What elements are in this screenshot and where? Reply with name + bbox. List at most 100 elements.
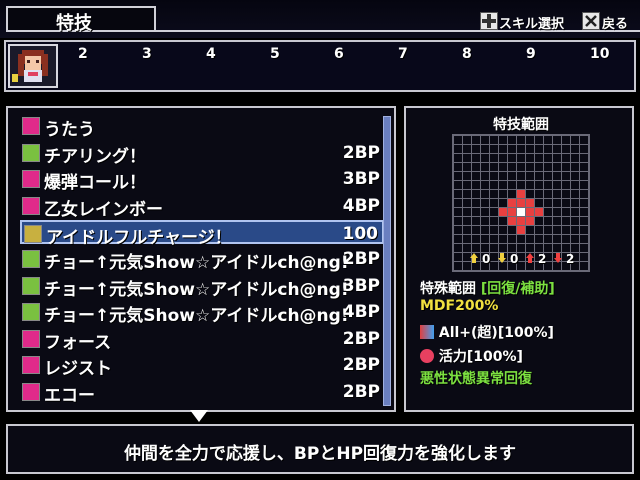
skill-name: 爆弾コール！: [44, 173, 146, 194]
skill-type-icon: [22, 117, 40, 135]
party-slot-9[interactable]: 9: [526, 46, 536, 62]
vitality-text: 活力[100%]: [438, 349, 523, 365]
skill-type-icon: [22, 383, 40, 401]
vitality-line: 活力[100%]: [420, 346, 523, 366]
skill-row[interactable]: エコー 2BP: [20, 380, 384, 406]
range-center-cell: [517, 208, 525, 216]
title-divider: [156, 30, 640, 32]
character-portrait[interactable]: [8, 44, 58, 88]
skill-name: 乙女レインボー: [44, 199, 163, 220]
skill-row[interactable]: うたう: [20, 114, 384, 140]
skill-type-icon: [22, 356, 40, 375]
skill-row[interactable]: チアリング！ 2BP: [20, 141, 384, 167]
skill-row-selected[interactable]: アイドルフルチャージ！ 100: [20, 220, 384, 248]
range-cell: [517, 217, 525, 225]
skill-type-icon: [22, 196, 40, 215]
party-bar: 2 3 4 5 6 7 8 9 10: [4, 40, 636, 92]
skill-cost: 2BP: [342, 142, 380, 163]
range-up-red-icon: [524, 252, 536, 267]
party-slot-6[interactable]: 6: [334, 46, 344, 62]
special-range-line: 特殊範囲 [回復/補助]: [420, 278, 555, 298]
range-title: 特技範囲: [493, 117, 549, 133]
skill-list-panel: うたうチアリング！ 2BP 爆弾コール！ 3BP 乙女レインボー 4BP アイドルフルチャー…: [6, 106, 396, 412]
skill-type-icon: [22, 303, 40, 322]
range-up-red-count: 2: [538, 252, 547, 266]
description-box: 仲間を全力で応援し、BPとHP回復力を強化します: [6, 424, 634, 474]
buff-icon: [420, 325, 434, 339]
skill-name: チアリング！: [44, 146, 146, 167]
skill-name: エコー: [44, 386, 95, 406]
range-cell: [517, 226, 525, 234]
all-line: All+(超)[100%]: [420, 322, 554, 342]
skill-info-panel: 特技範囲 0 0 2 2 特殊範囲 [回復/補助] MDF200% All+(超…: [404, 106, 634, 412]
skill-cost: 2BP: [342, 249, 380, 269]
skill-cost: 2BP: [342, 355, 380, 376]
range-up-yellow-count: 0: [482, 252, 491, 266]
range-cell: [508, 208, 516, 216]
party-slot-3[interactable]: 3: [142, 46, 152, 62]
special-range-label: 特殊範囲: [420, 281, 476, 297]
skill-type-icon: [24, 225, 42, 244]
party-slot-5[interactable]: 5: [270, 46, 280, 62]
range-cell: [526, 208, 534, 216]
cancel-button-icon: [582, 12, 600, 30]
range-cell: [535, 208, 543, 216]
skill-type-icon: [22, 143, 40, 162]
skill-name: フォース: [44, 332, 112, 353]
range-down-red-count: 2: [566, 252, 575, 266]
page-title: 特技: [56, 13, 92, 34]
dpad-icon: [480, 12, 498, 30]
range-down-yellow-count: 0: [510, 252, 519, 266]
skill-name: アイドルフルチャージ！: [46, 228, 232, 249]
skill-cost: 4BP: [342, 195, 380, 216]
skill-name: チョー↑元気Show☆アイドルch@ng!: [44, 279, 349, 300]
range-cell: [508, 199, 516, 207]
party-slot-10[interactable]: 10: [590, 46, 609, 62]
skill-cost: 100: [342, 224, 379, 245]
party-slot-7[interactable]: 7: [398, 46, 408, 62]
party-slot-4[interactable]: 4: [206, 46, 216, 62]
skill-row[interactable]: チョー↑元気Show☆アイドルch@ng! 2BP: [20, 247, 384, 273]
skill-row[interactable]: チョー↑元気Show☆アイドルch@ng! 4BP: [20, 300, 384, 327]
skill-row[interactable]: 爆弾コール！ 3BP: [20, 167, 384, 194]
list-scrollbar[interactable]: [383, 116, 391, 406]
hint-skill-select: スキル選択: [499, 17, 565, 32]
skill-type-icon: [22, 329, 40, 348]
skill-row[interactable]: 乙女レインボー 4BP: [20, 194, 384, 220]
range-cell: [499, 208, 507, 216]
more-down-arrow-icon: [190, 410, 208, 422]
range-up-yellow-icon: [468, 252, 480, 267]
skill-type-icon: [22, 276, 40, 295]
skill-type-icon: [22, 170, 40, 189]
range-cell: [526, 217, 534, 225]
range-down-yellow-icon: [496, 252, 508, 267]
skill-row[interactable]: レジスト 2BP: [20, 353, 384, 380]
skill-row[interactable]: フォース 2BP: [20, 327, 384, 353]
skill-description: 仲間を全力で応援し、BPとHP回復力を強化します: [123, 444, 517, 464]
skill-name: うたう: [44, 120, 95, 140]
skill-type-icon: [22, 250, 40, 268]
range-down-red-icon: [552, 252, 564, 267]
skill-cost: 3BP: [342, 275, 380, 296]
all-line-text: All+(超)[100%]: [438, 325, 554, 341]
skill-cost: 3BP: [342, 169, 380, 190]
party-slot-2[interactable]: 2: [78, 46, 88, 62]
party-slot-8[interactable]: 8: [462, 46, 472, 62]
special-range-value: [回復/補助]: [480, 281, 555, 297]
range-cell: [517, 190, 525, 198]
skill-name: チョー↑元気Show☆アイドルch@ng!: [44, 253, 349, 273]
cure-line: 悪性状態異常回復: [420, 371, 532, 387]
skill-name: チョー↑元気Show☆アイドルch@ng!: [44, 306, 349, 327]
range-cell: [517, 199, 525, 207]
skill-row[interactable]: チョー↑元気Show☆アイドルch@ng! 3BP: [20, 274, 384, 300]
range-cell: [508, 217, 516, 225]
hint-back[interactable]: 戻る: [602, 13, 628, 32]
range-cell: [526, 199, 534, 207]
skill-cost: 2BP: [342, 382, 380, 402]
skill-cost: 4BP: [342, 302, 380, 323]
skill-name: レジスト: [44, 359, 112, 380]
skill-cost: 2BP: [342, 328, 380, 349]
vitality-icon: [420, 349, 434, 363]
menu-title-box: 特技: [6, 6, 156, 34]
mdf-line: MDF200%: [420, 298, 499, 314]
